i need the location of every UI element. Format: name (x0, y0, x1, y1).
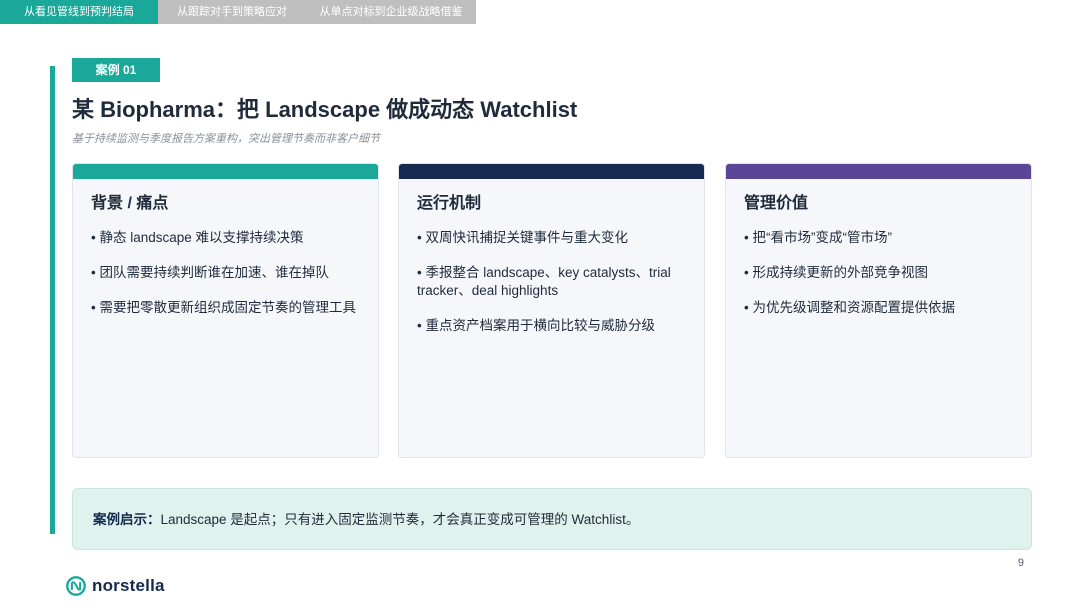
card-title: 运行机制 (417, 195, 482, 212)
case-badge: 案例 01 (72, 58, 160, 82)
card-list: • 把“看市场”变成“管市场” • 形成持续更新的外部竞争视图 • 为优先级调整… (744, 229, 1013, 317)
norstella-logo: norstella (65, 574, 165, 598)
list-item: • 把“看市场”变成“管市场” (744, 230, 892, 245)
case-insight-box: 案例启示：Landscape 是起点；只有进入固定监测节奏，才会真正变成可管理的… (72, 488, 1032, 550)
card-color-bar (73, 164, 378, 179)
card-list: • 双周快讯捕捉关键事件与重大变化 • 季报整合 landscape、key c… (417, 229, 686, 335)
tab-enterprise-benchmark[interactable]: 从单点对标到企业级战略借鉴 (306, 0, 476, 24)
tab-competitor-strategy[interactable]: 从跟踪对手到策略应对 (158, 0, 306, 24)
list-item: • 重点资产档案用于横向比较与威胁分级 (417, 318, 655, 333)
top-tab-bar: 从看见管线到预判结局 从跟踪对手到策略应对 从单点对标到企业级战略借鉴 (0, 0, 476, 24)
page-subtitle: 基于持续监测与季度报告方案重构，突出管理节奏而非客户细节 (72, 133, 380, 145)
left-accent-bar (50, 66, 55, 534)
card-color-bar (726, 164, 1031, 179)
list-item: • 静态 landscape 难以支撑持续决策 (91, 230, 304, 245)
list-item: • 双周快讯捕捉关键事件与重大变化 (417, 230, 628, 245)
card-management-value: 管理价值 • 把“看市场”变成“管市场” • 形成持续更新的外部竞争视图 • 为… (725, 163, 1032, 458)
tab-pipeline-outcome[interactable]: 从看见管线到预判结局 (0, 0, 158, 24)
insight-text: Landscape 是起点；只有进入固定监测节奏，才会真正变成可管理的 Watc… (160, 512, 640, 527)
card-color-bar (399, 164, 704, 179)
page-number: 9 (1017, 557, 1024, 569)
list-item: • 需要把零散更新组织成固定节奏的管理工具 (91, 300, 356, 315)
insight-label: 案例启示： (93, 512, 161, 527)
card-background-pain-points: 背景 / 痛点 • 静态 landscape 难以支撑持续决策 • 团队需要持续… (72, 163, 379, 458)
list-item: • 季报整合 landscape、key catalysts、trial tra… (417, 265, 671, 298)
card-list: • 静态 landscape 难以支撑持续决策 • 团队需要持续判断谁在加速、谁… (91, 229, 360, 317)
logo-wordmark: norstella (92, 576, 165, 595)
card-operating-mechanism: 运行机制 • 双周快讯捕捉关键事件与重大变化 • 季报整合 landscape、… (398, 163, 705, 458)
card-title: 管理价值 (744, 195, 809, 212)
list-item: • 团队需要持续判断谁在加速、谁在掉队 (91, 265, 329, 280)
norstella-logo-icon (66, 576, 86, 596)
list-item: • 形成持续更新的外部竞争视图 (744, 265, 928, 280)
card-title: 背景 / 痛点 (91, 195, 169, 212)
page-title: 某 Biopharma：把 Landscape 做成动态 Watchlist (72, 97, 578, 122)
list-item: • 为优先级调整和资源配置提供依据 (744, 300, 955, 315)
